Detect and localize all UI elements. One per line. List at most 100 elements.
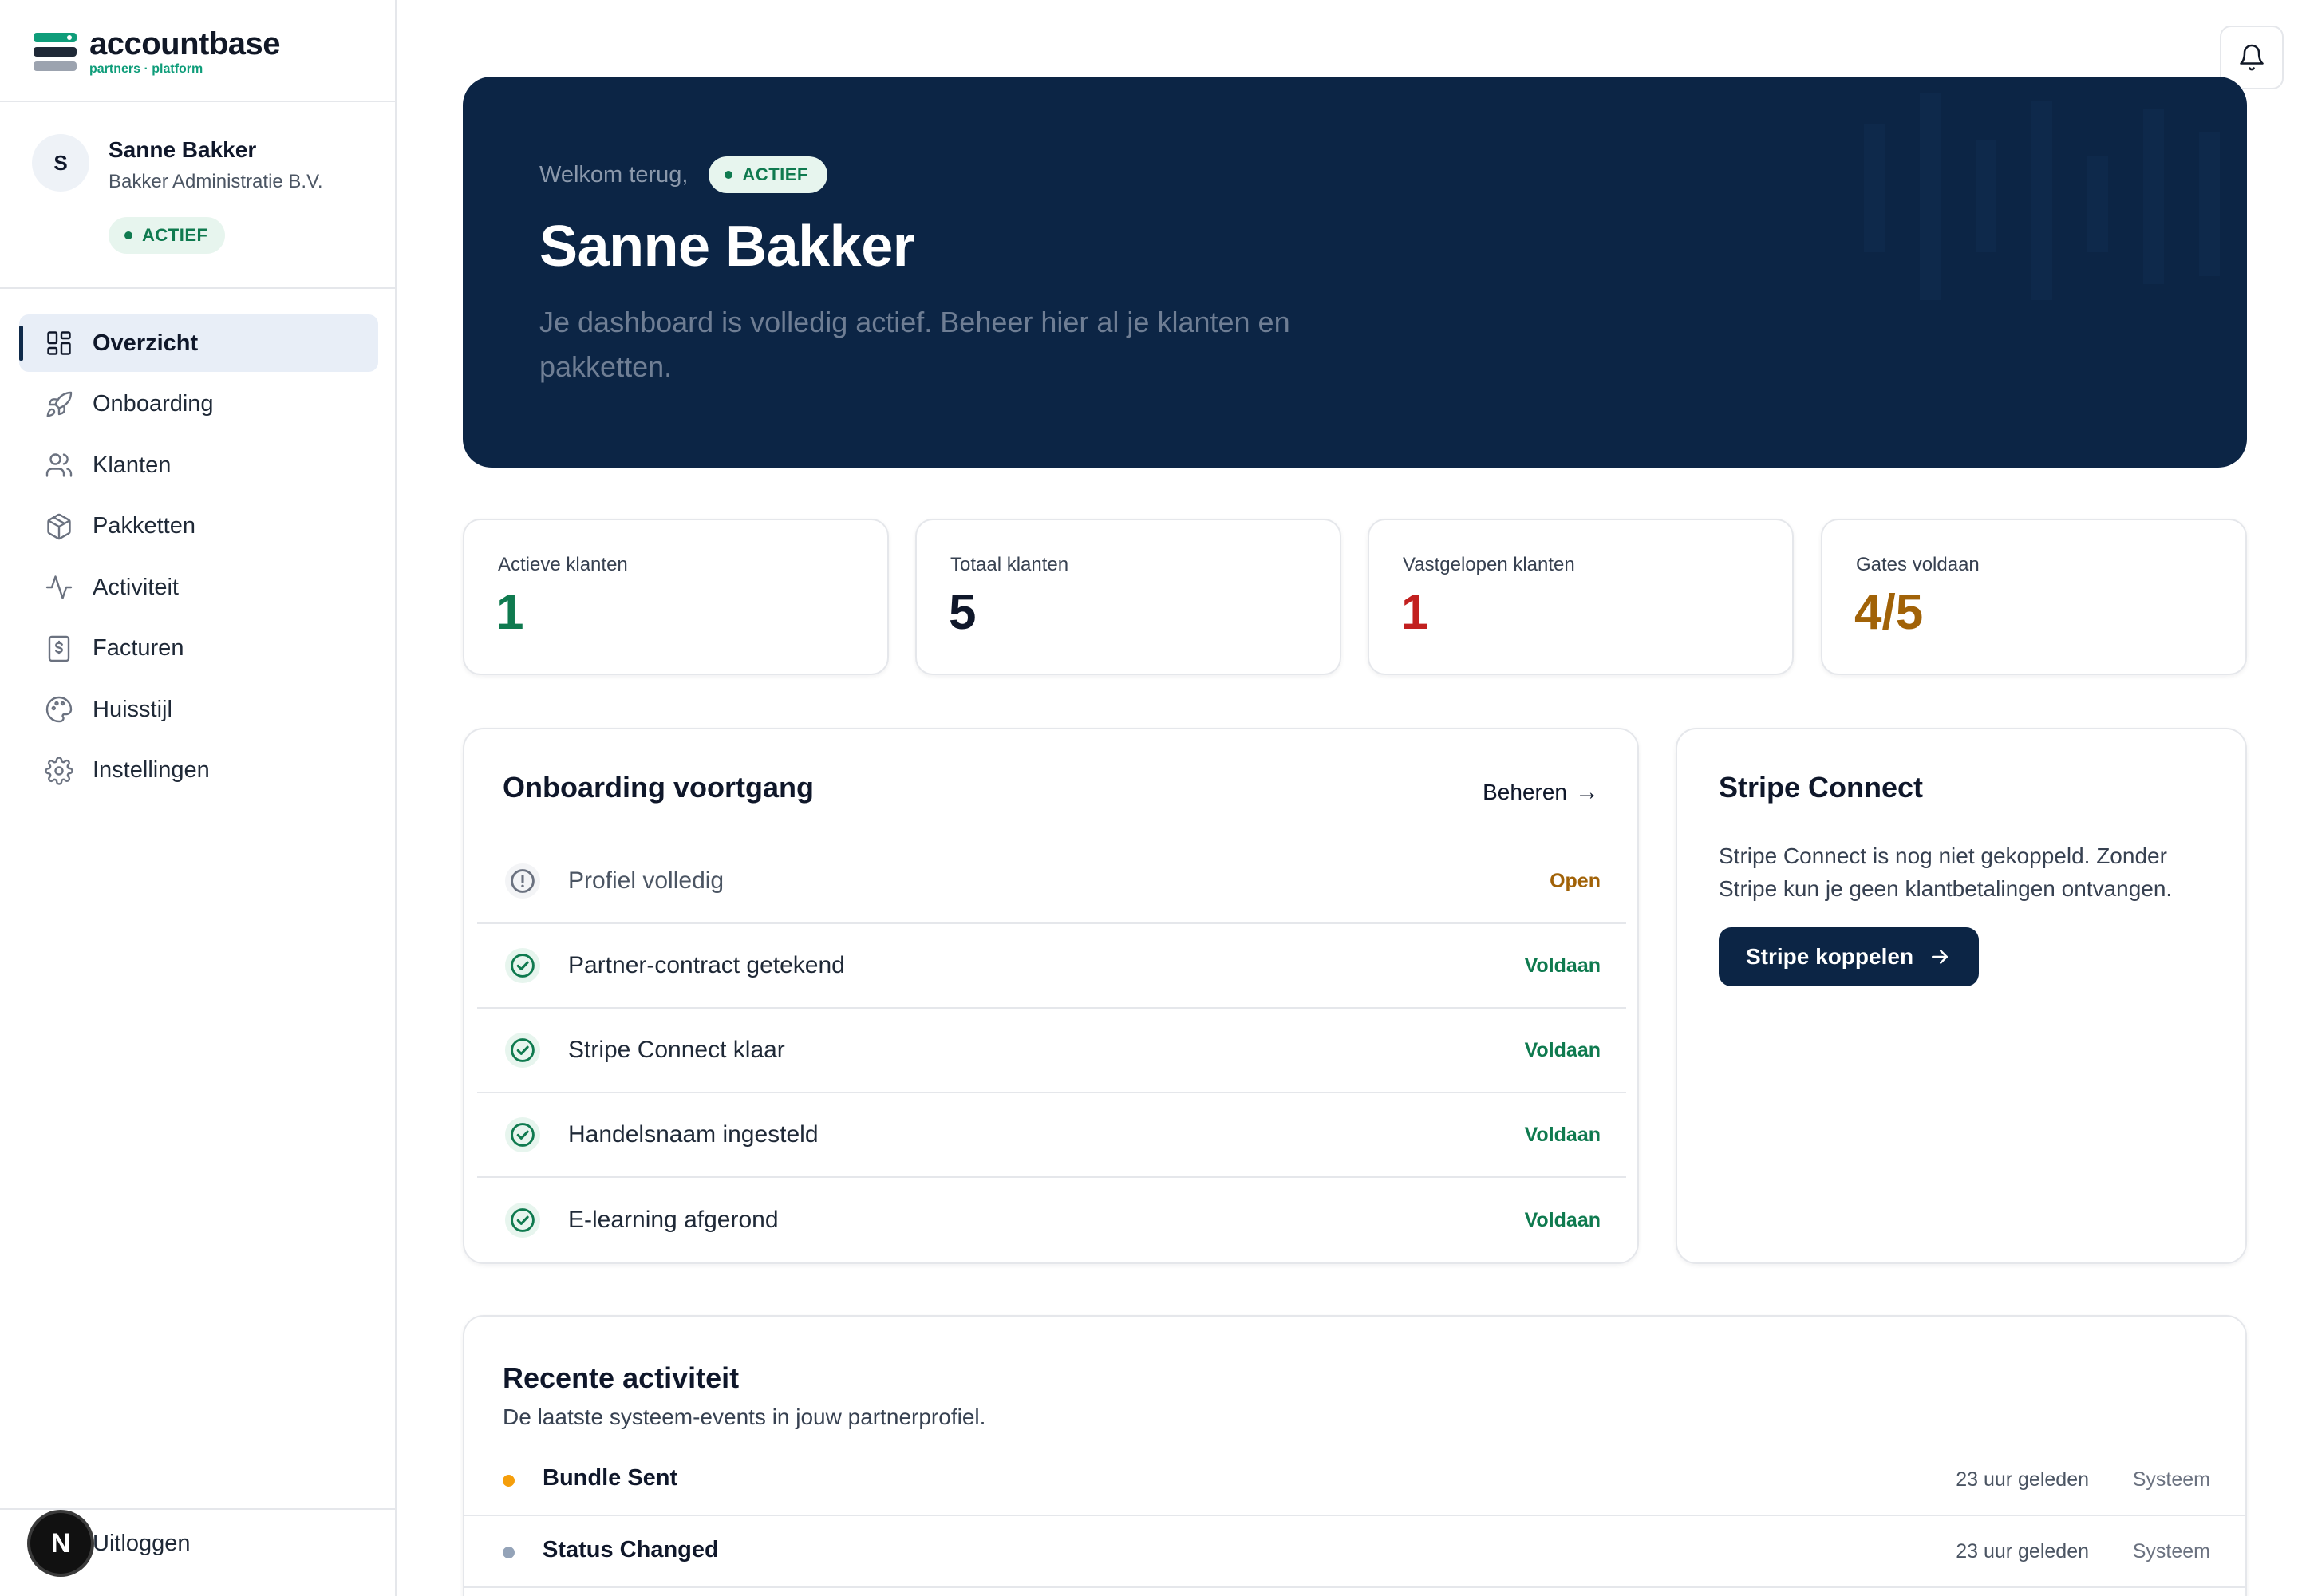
brand-name: accountbase (89, 26, 281, 61)
bell-icon (2240, 44, 2264, 71)
step-label: Handelsnaam ingesteld (568, 1121, 819, 1148)
sidebar-item-label: Facturen (93, 635, 184, 661)
sidebar-item-pakketten[interactable]: Pakketten (19, 498, 378, 555)
gear-icon (45, 756, 73, 785)
stat-value: 5 (949, 585, 977, 640)
invoice-icon (48, 635, 70, 662)
sidebar-divider (0, 287, 397, 289)
status-dot (503, 1547, 515, 1558)
step-status: Voldaan (1524, 1123, 1601, 1146)
activity-source: Systeem (2132, 1468, 2210, 1491)
onboarding-step[interactable]: E-learning afgerond Voldaan (477, 1178, 1626, 1262)
sidebar-item-instellingen[interactable]: Instellingen (19, 742, 378, 800)
check-circle-icon (504, 947, 541, 984)
sidebar-divider (0, 1508, 397, 1510)
status-badge: ACTIEF (109, 217, 226, 254)
package-icon (47, 513, 71, 539)
recent-activity-card: Recente activiteit De laatste systeem-ev… (463, 1315, 2247, 1596)
logout-label: Uitloggen (93, 1530, 191, 1556)
activity-label: Bundle Sent (543, 1465, 678, 1491)
sidebar-item-label: Overzicht (93, 330, 199, 356)
activity-time: 23 uur geleden (1956, 1468, 2089, 1491)
logo-mark-icon (34, 33, 77, 71)
stat-card-active-clients: Actieve klanten 1 (463, 519, 889, 675)
check-circle-icon (504, 1032, 541, 1069)
stripe-connect-card: Stripe Connect Stripe Connect is nog nie… (1676, 728, 2247, 1264)
profile-company: Bakker Administratie B.V. (109, 171, 323, 192)
stat-value: 4/5 (1854, 585, 1924, 640)
stripe-description: Stripe Connect is nog niet gekoppeld. Zo… (1719, 843, 2173, 901)
stat-label: Gates voldaan (1856, 554, 1980, 575)
stat-value: 1 (1401, 585, 1429, 640)
stat-value: 1 (496, 585, 524, 640)
sidebar-item-overzicht[interactable]: Overzicht (19, 314, 378, 372)
onboarding-step[interactable]: Stripe Connect klaar Voldaan (477, 1009, 1626, 1093)
connect-stripe-button[interactable]: Stripe koppelen (1719, 927, 1980, 986)
step-status: Voldaan (1524, 1038, 1601, 1061)
stat-card-stuck-clients: Vastgelopen klanten 1 (1368, 519, 1794, 675)
profile-name: Sanne Bakker (109, 137, 257, 162)
step-status: Voldaan (1524, 954, 1601, 977)
card-title: Recente activiteit (503, 1361, 740, 1394)
palette-icon (45, 696, 73, 723)
sidebar-item-klanten[interactable]: Klanten (19, 437, 378, 494)
step-label: Stripe Connect klaar (568, 1037, 785, 1063)
brand-logo[interactable]: accountbase partners · platform (34, 26, 281, 76)
stat-label: Actieve klanten (498, 554, 628, 575)
sidebar-nav: Overzicht Onboarding Klanten Pakketten A… (19, 314, 378, 803)
check-circle-icon (504, 1202, 541, 1238)
activity-time: 23 uur geleden (1956, 1540, 2089, 1562)
stat-label: Vastgelopen klanten (1403, 554, 1575, 575)
sidebar-item-label: Instellingen (93, 757, 210, 783)
hero-decoration (1864, 93, 2220, 300)
sidebar-item-facturen[interactable]: Facturen (19, 620, 378, 678)
step-label: Partner-contract getekend (568, 952, 845, 978)
sidebar-item-label: Klanten (93, 452, 172, 478)
page-title: Sanne Bakker (539, 215, 915, 279)
card-title: Onboarding voortgang (503, 771, 814, 804)
check-circle-icon (504, 1116, 541, 1153)
manage-link[interactable]: Beheren → (1483, 779, 1599, 806)
arrow-right-icon (1932, 950, 1949, 964)
welcome-text: Welkom terug, (539, 161, 689, 188)
users-icon (45, 453, 73, 477)
rocket-icon (46, 391, 73, 417)
logout-button[interactable]: N Uitloggen (30, 1513, 191, 1574)
brand-tagline: partners · platform (89, 62, 203, 76)
status-dot (503, 1475, 515, 1487)
onboarding-step[interactable]: Handelsnaam ingesteld Voldaan (477, 1093, 1626, 1178)
stat-card-total-clients: Totaal klanten 5 (915, 519, 1341, 675)
dev-badge-icon[interactable]: N (30, 1513, 91, 1574)
alert-circle-icon (504, 863, 541, 899)
activity-source: Systeem (2132, 1540, 2210, 1562)
step-label: E-learning afgerond (568, 1207, 779, 1233)
onboarding-progress-card: Onboarding voortgang Beheren → Profiel v… (463, 728, 1639, 1264)
sidebar-item-label: Onboarding (93, 391, 214, 417)
sidebar: accountbase partners · platform S Sanne … (0, 0, 397, 1596)
card-subtitle: De laatste systeem-events in jouw partne… (503, 1404, 986, 1429)
activity-row[interactable]: Status Changed 23 uur geleden Systeem (464, 1516, 2245, 1588)
activity-icon (45, 575, 73, 599)
sidebar-divider (0, 101, 397, 102)
avatar: S (32, 134, 89, 192)
sidebar-item-onboarding[interactable]: Onboarding (19, 376, 378, 433)
grid-icon (47, 331, 71, 355)
step-status: Open (1550, 869, 1601, 892)
sidebar-item-huisstijl[interactable]: Huisstijl (19, 681, 378, 738)
stat-label: Totaal klanten (950, 554, 1069, 575)
stat-card-gates: Gates voldaan 4/5 (1821, 519, 2247, 675)
status-badge: ACTIEF (709, 156, 827, 193)
hero-subtitle: Je dashboard is volledig actief. Beheer … (539, 306, 1290, 383)
arrow-right-icon: → (1575, 779, 1599, 805)
sidebar-item-label: Pakketten (93, 513, 195, 539)
step-label: Profiel volledig (568, 867, 725, 894)
card-title: Stripe Connect (1719, 771, 1924, 804)
onboarding-step[interactable]: Partner-contract getekend Voldaan (477, 924, 1626, 1009)
sidebar-item-activiteit[interactable]: Activiteit (19, 559, 378, 616)
activity-label: Status Changed (543, 1537, 719, 1562)
onboarding-step[interactable]: Profiel volledig Open (477, 839, 1626, 924)
step-status: Voldaan (1524, 1208, 1601, 1231)
welcome-hero: Welkom terug, ACTIEF Sanne Bakker Je das… (463, 77, 2247, 468)
activity-row[interactable]: Bundle Sent 23 uur geleden Systeem (464, 1444, 2245, 1516)
sidebar-item-label: Activiteit (93, 574, 179, 600)
